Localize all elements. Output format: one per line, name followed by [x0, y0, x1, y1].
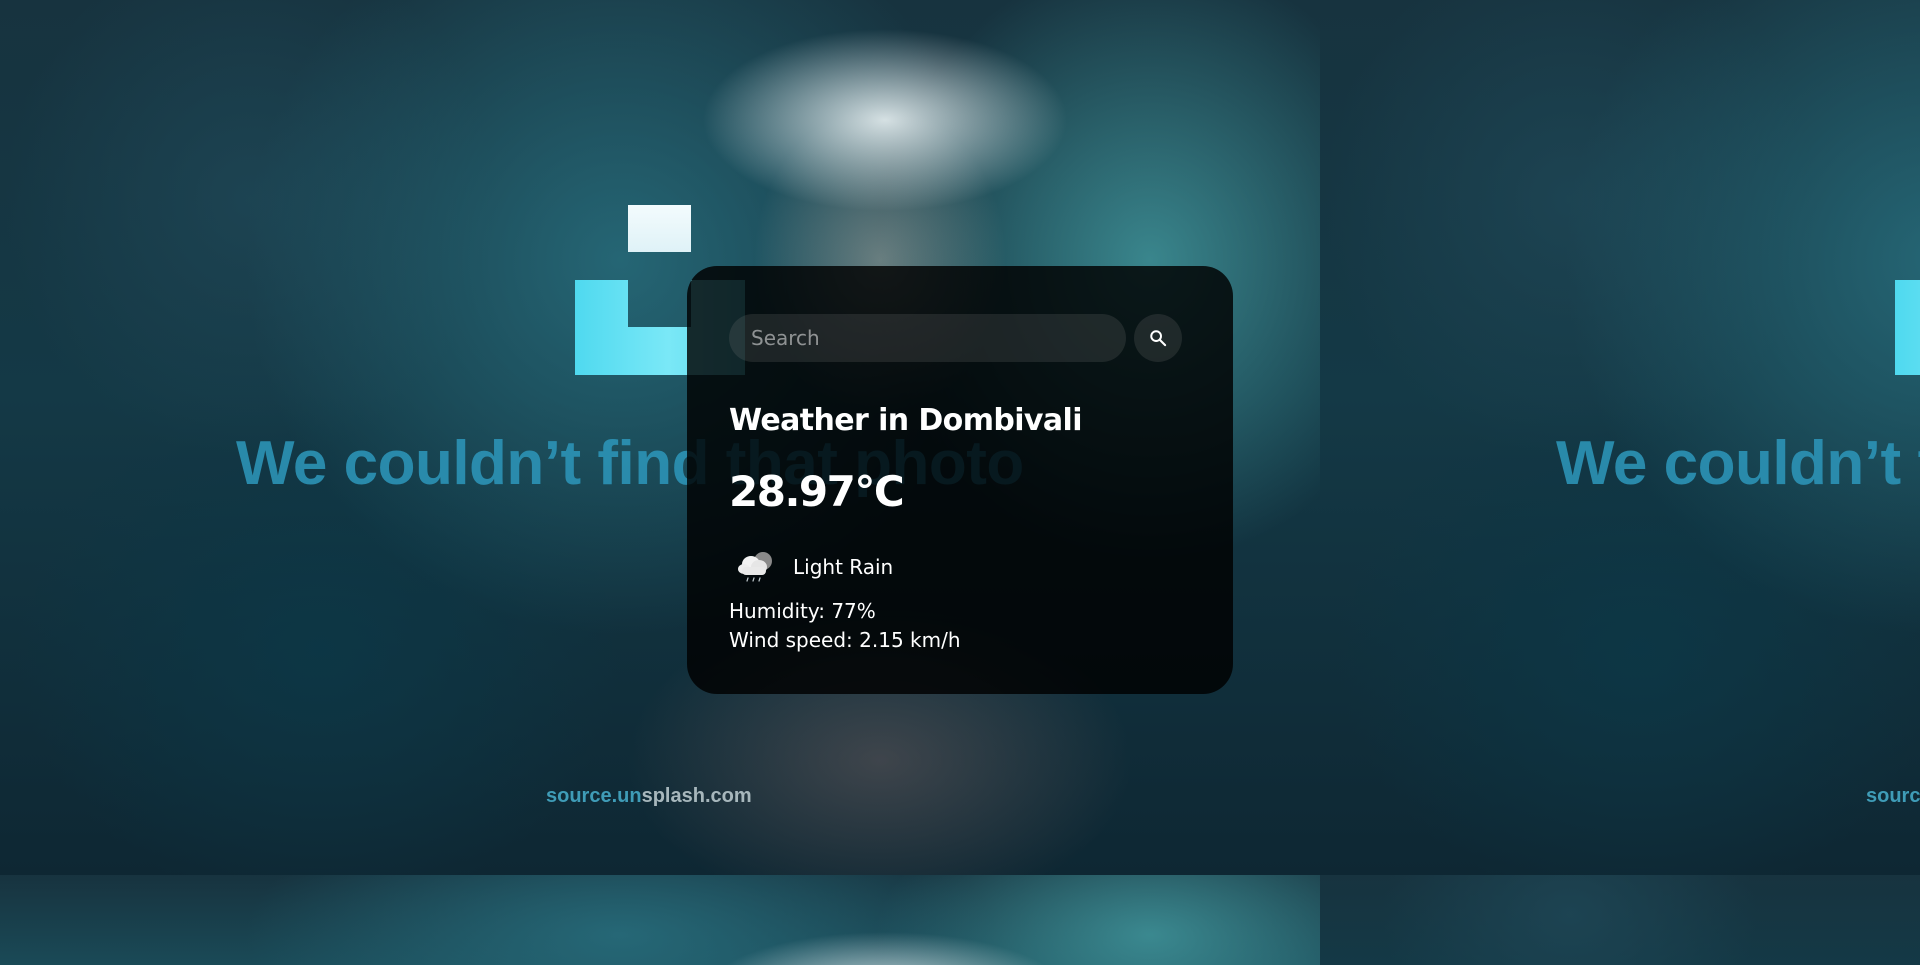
- search-bar: [729, 314, 1191, 362]
- search-icon: [1150, 330, 1167, 347]
- temperature: 28.97°C: [729, 466, 905, 516]
- unsplash-logo: [1895, 205, 1920, 375]
- search-input[interactable]: [729, 314, 1126, 362]
- weather-description: Light Rain: [793, 554, 894, 579]
- city-heading: Weather in Dombivali: [729, 403, 1082, 438]
- not-found-title: We couldn’t find that photo: [1556, 429, 1920, 498]
- wind-speed: Wind speed: 2.15 km/h: [729, 627, 961, 652]
- source-url: source.unsplash.com: [1866, 785, 1920, 807]
- weather-card: Weather in Dombivali 28.97°C Light Rain …: [687, 266, 1233, 694]
- search-button[interactable]: [1134, 314, 1182, 362]
- light-rain-cloud-icon: [738, 551, 772, 582]
- humidity: Humidity: 77%: [729, 598, 876, 623]
- weather-condition: Light Rain: [729, 541, 1191, 593]
- source-url: source.unsplash.com: [546, 785, 752, 807]
- background-image-tile: [0, 875, 1920, 965]
- background-image-tile: We couldn’t find that photo source.unspl…: [1320, 0, 1920, 875]
